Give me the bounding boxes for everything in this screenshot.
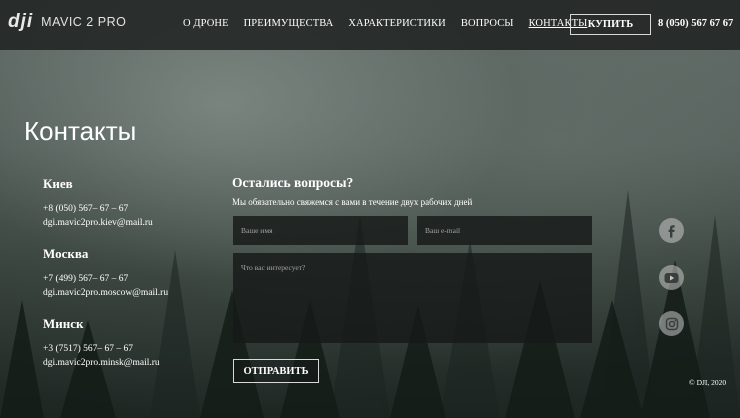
form-subtitle: Мы обязательно свяжемся с вами в течение… xyxy=(232,197,473,207)
city-phone[interactable]: +7 (499) 567– 67 – 67 xyxy=(43,272,213,286)
nav-item-specs[interactable]: ХАРАКТЕРИСТИКИ xyxy=(348,18,445,29)
city-email[interactable]: dgi.mavic2pro.moscow@mail.ru xyxy=(43,286,213,300)
form-title: Остались вопросы? xyxy=(232,175,354,190)
instagram-icon[interactable] xyxy=(659,311,684,336)
model-name: MAVIC 2 PRO xyxy=(41,15,127,29)
instagram-glyph xyxy=(665,317,678,330)
buy-button[interactable]: КУПИТЬ xyxy=(570,14,651,35)
logo[interactable]: dji MAVIC 2 PRO xyxy=(8,11,126,33)
nav-item-about[interactable]: О ДРОНЕ xyxy=(183,18,229,29)
submit-button[interactable]: ОТПРАВИТЬ xyxy=(233,359,319,383)
city-block-moscow: Москва +7 (499) 567– 67 – 67 dgi.mavic2p… xyxy=(43,246,213,300)
header: dji MAVIC 2 PRO О ДРОНЕ ПРЕИМУЩЕСТВА ХАР… xyxy=(0,0,740,50)
city-email[interactable]: dgi.mavic2pro.kiev@mail.ru xyxy=(43,216,213,230)
header-phone[interactable]: 8 (050) 567 67 67 xyxy=(658,18,733,29)
youtube-glyph xyxy=(664,272,679,283)
copyright: © DJI, 2020 xyxy=(689,378,727,387)
message-field[interactable] xyxy=(233,253,592,343)
city-email[interactable]: dgi.mavic2pro.minsk@mail.ru xyxy=(43,356,213,370)
name-field[interactable] xyxy=(233,216,408,245)
city-name: Киев xyxy=(43,176,73,191)
city-name: Минск xyxy=(43,316,84,331)
city-block-minsk: Минск +3 (7517) 567– 67 – 67 dgi.mavic2p… xyxy=(43,316,213,370)
email-field[interactable] xyxy=(417,216,592,245)
facebook-glyph xyxy=(668,224,675,238)
nav-item-faq[interactable]: ВОПРОСЫ xyxy=(461,18,514,29)
city-phone[interactable]: +3 (7517) 567– 67 – 67 xyxy=(43,342,213,356)
dji-logo: dji xyxy=(8,11,34,32)
city-block-kiev: Киев +8 (050) 567– 67 – 67 dgi.mavic2pro… xyxy=(43,176,213,230)
page-title: Контакты xyxy=(24,116,137,146)
nav-item-advantages[interactable]: ПРЕИМУЩЕСТВА xyxy=(244,18,334,29)
city-phone[interactable]: +8 (050) 567– 67 – 67 xyxy=(43,202,213,216)
city-name: Москва xyxy=(43,246,89,261)
youtube-icon[interactable] xyxy=(659,265,684,290)
facebook-icon[interactable] xyxy=(659,218,684,243)
main-nav: О ДРОНЕ ПРЕИМУЩЕСТВА ХАРАКТЕРИСТИКИ ВОПР… xyxy=(183,18,587,29)
